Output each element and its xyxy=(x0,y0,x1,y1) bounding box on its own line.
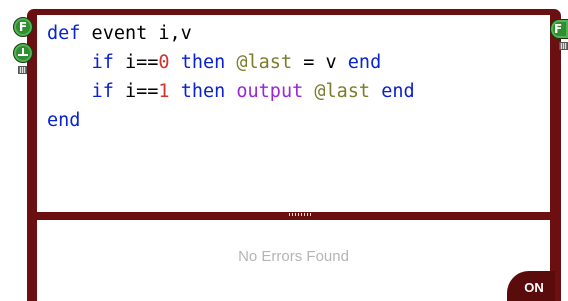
code-token: then xyxy=(180,52,226,73)
code-token: 0 xyxy=(158,52,170,73)
grid-icon[interactable] xyxy=(559,42,568,50)
resize-grip-icon[interactable] xyxy=(289,213,313,216)
code-token: if xyxy=(91,52,114,73)
trigger-port-icon[interactable] xyxy=(13,43,33,63)
toggle-label: ON xyxy=(524,279,544,295)
code-token: then xyxy=(180,81,226,102)
port-label: F xyxy=(554,22,563,36)
t-glyph-icon xyxy=(18,48,28,58)
grid-icon[interactable] xyxy=(18,66,27,74)
code-token: end xyxy=(381,81,415,102)
code-token: output xyxy=(236,81,304,102)
code-token: i== xyxy=(113,81,159,102)
code-token: event i,v xyxy=(80,23,192,44)
f-port-icon[interactable]: F xyxy=(550,19,568,39)
code-line: if i==0 then @last = v end xyxy=(47,52,382,73)
code-token: @last xyxy=(236,52,293,73)
code-line: if i==1 then output @last end xyxy=(47,81,415,102)
code-token: @last xyxy=(314,81,371,102)
f-port-icon[interactable]: F xyxy=(13,17,33,37)
code-token: end xyxy=(347,52,382,73)
code-editor[interactable]: def event i,v if i==0 then @last = v end… xyxy=(37,15,550,212)
code-token: end xyxy=(47,110,81,131)
port-label: F xyxy=(18,20,28,34)
code-text[interactable]: def event i,v if i==0 then @last = v end… xyxy=(37,15,550,135)
code-line: def event i,v xyxy=(47,23,192,44)
code-token: 1 xyxy=(158,81,170,102)
code-line: end xyxy=(47,110,80,131)
code-token: if xyxy=(91,81,114,102)
code-token: def xyxy=(47,23,81,44)
on-toggle[interactable]: ON xyxy=(507,271,555,301)
code-token: i== xyxy=(113,52,159,73)
code-token: = v xyxy=(292,52,348,73)
console-panel: No Errors Found xyxy=(37,220,550,301)
console-status: No Errors Found xyxy=(238,248,349,265)
